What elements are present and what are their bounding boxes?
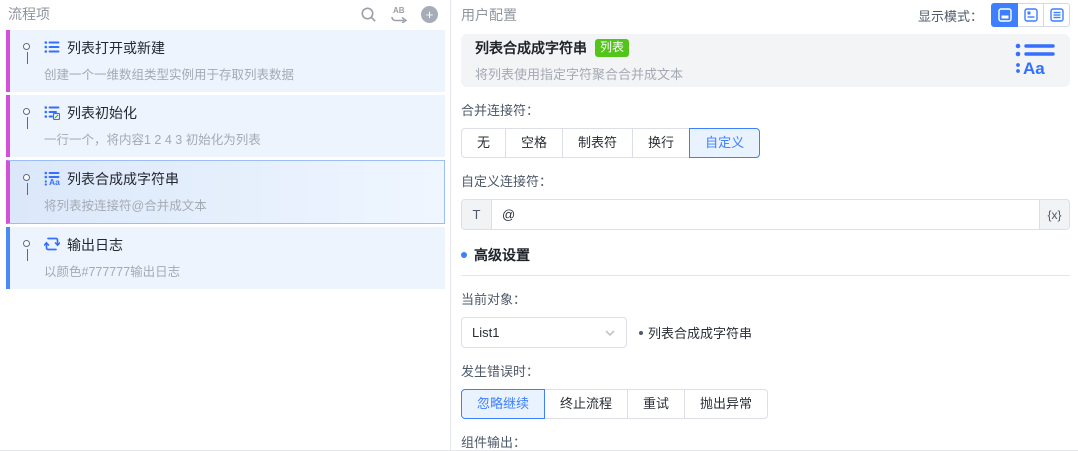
display-mode-detail-button[interactable]	[991, 3, 1018, 27]
rename-swap-icon[interactable]: AB	[389, 5, 409, 23]
joiner-label: 合并连接符：	[461, 103, 540, 118]
advanced-settings-title: 高级设置	[474, 247, 530, 263]
user-config-title: 用户配置	[461, 7, 517, 23]
process-items-panel: 流程项 AB + 列表打开或新建 创建一个一维数组类型实例用于存取列表数据 列表…	[0, 0, 451, 450]
joiner-option-newline[interactable]: 换行	[632, 128, 691, 158]
display-mode-label: 显示模式：	[917, 8, 983, 24]
output-log-icon	[43, 236, 61, 255]
on-error-label: 发生错误时：	[461, 364, 540, 379]
component-summary-card: 列表合成成字符串 列表 将列表使用指定字符聚合合并成文本 Aa	[461, 34, 1070, 87]
flow-item-list: 列表打开或新建 创建一个一维数组类型实例用于存取列表数据 列表初始化 一行一个，…	[0, 28, 450, 289]
current-object-select[interactable]: List1	[461, 317, 627, 348]
advanced-settings-header: 高级设置	[461, 245, 1070, 276]
flow-node-connector	[23, 240, 30, 261]
on-error-retry[interactable]: 重试	[627, 389, 686, 419]
custom-joiner-input-group: T {x}	[461, 199, 1070, 230]
current-object-value: List1	[472, 325, 500, 340]
flow-item-title: 列表初始化	[67, 105, 137, 121]
flow-item-title: 列表合成成字符串	[67, 171, 179, 187]
flow-node-connector	[23, 108, 30, 129]
user-config-panel: 用户配置 显示模式： 列表合成成字符串 列表 将列表使用指定字符聚合合并成文本 …	[451, 0, 1078, 450]
display-mode-group	[991, 3, 1070, 27]
insert-variable-button[interactable]: {x}	[1039, 200, 1069, 229]
text-type-toggle[interactable]: T	[462, 200, 492, 229]
process-items-header: 流程项 AB +	[0, 0, 450, 28]
svg-text:Aa: Aa	[1023, 59, 1045, 78]
svg-text:AB: AB	[393, 6, 405, 15]
flow-item-output-log[interactable]: 输出日志 以颜色#777777输出日志	[6, 227, 445, 289]
on-error-option-group: 忽略继续 终止流程 重试 抛出异常	[461, 389, 769, 419]
flow-item-subtitle: 将列表按连接符@合并成文本	[44, 199, 207, 213]
current-object-hint: 列表合成成字符串	[639, 323, 752, 342]
category-badge: 列表	[595, 38, 630, 57]
process-items-title: 流程项	[8, 6, 50, 22]
joiner-option-none[interactable]: 无	[461, 128, 507, 158]
section-bullet-icon	[461, 252, 467, 258]
flow-item-subtitle: 创建一个一维数组类型实例用于存取列表数据	[44, 68, 295, 82]
list-icon	[44, 39, 60, 58]
flow-item-list-init[interactable]: 列表初始化 一行一个，将内容1 2 4 3 初始化为列表	[6, 95, 445, 157]
display-mode-compact-button[interactable]	[1043, 3, 1070, 27]
custom-joiner-label: 自定义连接符：	[461, 174, 553, 189]
joiner-option-group: 无 空格 制表符 换行 自定义	[461, 128, 761, 158]
flow-item-subtitle: 以颜色#777777输出日志	[44, 265, 181, 279]
current-object-label: 当前对象：	[461, 292, 527, 307]
add-item-button[interactable]: +	[421, 5, 438, 23]
flow-node-connector	[23, 43, 30, 64]
flow-item-subtitle: 一行一个，将内容1 2 4 3 初始化为列表	[44, 133, 261, 147]
flow-item-list-to-string[interactable]: Aa 列表合成成字符串 将列表按连接符@合并成文本	[6, 160, 445, 224]
flow-node-connector	[23, 174, 30, 195]
joiner-option-space[interactable]: 空格	[505, 128, 564, 158]
list-to-string-large-icon: Aa	[1014, 40, 1056, 81]
chevron-down-icon	[605, 329, 615, 336]
flow-item-title: 列表打开或新建	[67, 40, 165, 56]
hint-bullet-icon	[639, 330, 643, 335]
on-error-ignore[interactable]: 忽略继续	[461, 389, 546, 419]
rpa-workflow-window: 流程项 AB + 列表打开或新建 创建一个一维数组类型实例用于存取列表数据 列表…	[0, 0, 1078, 451]
component-title: 列表合成成字符串	[475, 39, 587, 56]
search-icon[interactable]	[360, 6, 377, 23]
component-description: 将列表使用指定字符聚合合并成文本	[475, 66, 684, 82]
user-config-header: 用户配置 显示模式：	[461, 0, 1070, 30]
on-error-throw[interactable]: 抛出异常	[684, 389, 769, 419]
list-init-icon	[44, 104, 61, 123]
custom-joiner-input[interactable]	[492, 200, 1039, 229]
svg-text:Aa: Aa	[49, 177, 60, 186]
on-error-stop[interactable]: 终止流程	[544, 389, 629, 419]
joiner-option-custom[interactable]: 自定义	[689, 128, 761, 158]
joiner-option-tab[interactable]: 制表符	[562, 128, 634, 158]
flow-item-title: 输出日志	[67, 237, 123, 253]
component-output-label: 组件输出：	[461, 435, 527, 450]
list-to-string-icon: Aa	[44, 170, 60, 189]
flow-item-list-open[interactable]: 列表打开或新建 创建一个一维数组类型实例用于存取列表数据	[6, 30, 445, 92]
display-mode-medium-button[interactable]	[1017, 3, 1044, 27]
